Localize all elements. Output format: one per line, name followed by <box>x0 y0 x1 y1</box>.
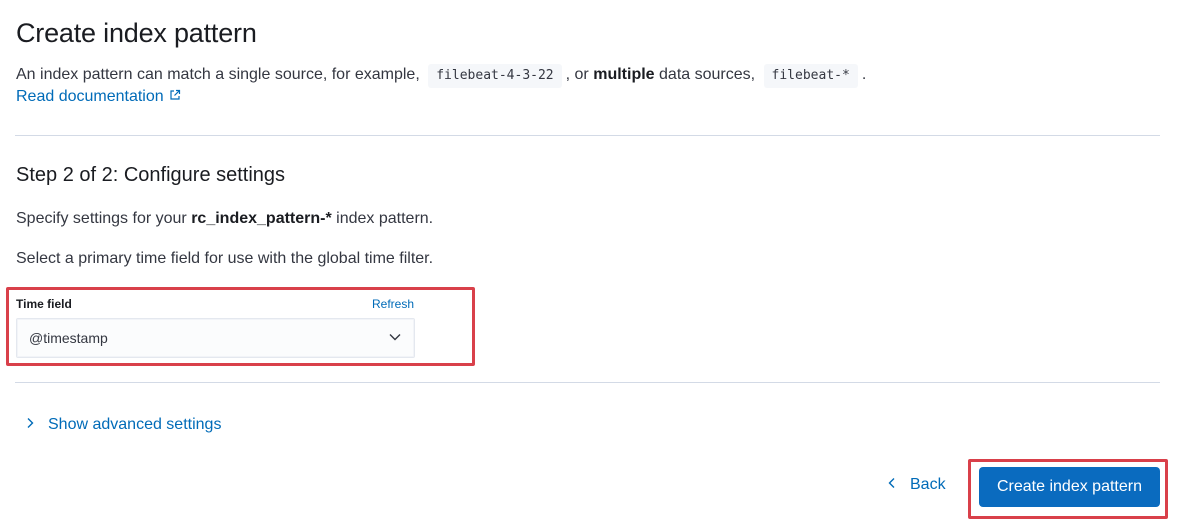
page-description: An index pattern can match a single sour… <box>16 63 866 88</box>
show-advanced-settings-toggle[interactable]: Show advanced settings <box>24 416 221 434</box>
create-index-pattern-button[interactable]: Create index pattern <box>979 467 1160 507</box>
back-label: Back <box>910 476 946 493</box>
desc-prefix: An index pattern can match a single sour… <box>16 66 420 83</box>
external-link-icon <box>169 88 181 106</box>
time-field-select[interactable]: @timestamp <box>16 318 415 358</box>
advanced-settings-label: Show advanced settings <box>48 416 222 433</box>
specify-suffix: index pattern. <box>336 210 434 227</box>
specify-prefix: Specify settings for your <box>16 210 187 227</box>
create-index-pattern-page: Create index pattern An index pattern ca… <box>0 0 1178 531</box>
doc-link-label: Read documentation <box>16 88 164 105</box>
desc-bold: multiple <box>593 66 655 83</box>
desc-middle-1: , or <box>565 66 589 83</box>
example-multi-code: filebeat-* <box>763 64 858 88</box>
refresh-link[interactable]: Refresh <box>372 297 414 311</box>
time-field-label: Time field <box>16 297 72 311</box>
desc-middle-2: data sources, <box>659 66 756 83</box>
divider-bottom <box>15 382 1160 383</box>
back-button[interactable]: Back <box>886 476 946 494</box>
chevron-right-icon <box>24 416 36 434</box>
divider-top <box>15 135 1160 136</box>
step-title: Step 2 of 2: Configure settings <box>16 164 286 186</box>
time-field-value: @timestamp <box>29 330 108 346</box>
desc-suffix: . <box>861 66 867 83</box>
chevron-left-icon <box>886 476 898 494</box>
read-documentation-link[interactable]: Read documentation <box>16 88 181 106</box>
example-single-code: filebeat-4-3-22 <box>428 64 562 88</box>
time-field-hint: Select a primary time field for use with… <box>16 250 434 267</box>
specify-settings-text: Specify settings for your rc_index_patte… <box>16 210 433 228</box>
pattern-name: rc_index_pattern-* <box>191 210 332 227</box>
chevron-down-icon <box>388 330 402 347</box>
page-title: Create index pattern <box>16 18 257 48</box>
